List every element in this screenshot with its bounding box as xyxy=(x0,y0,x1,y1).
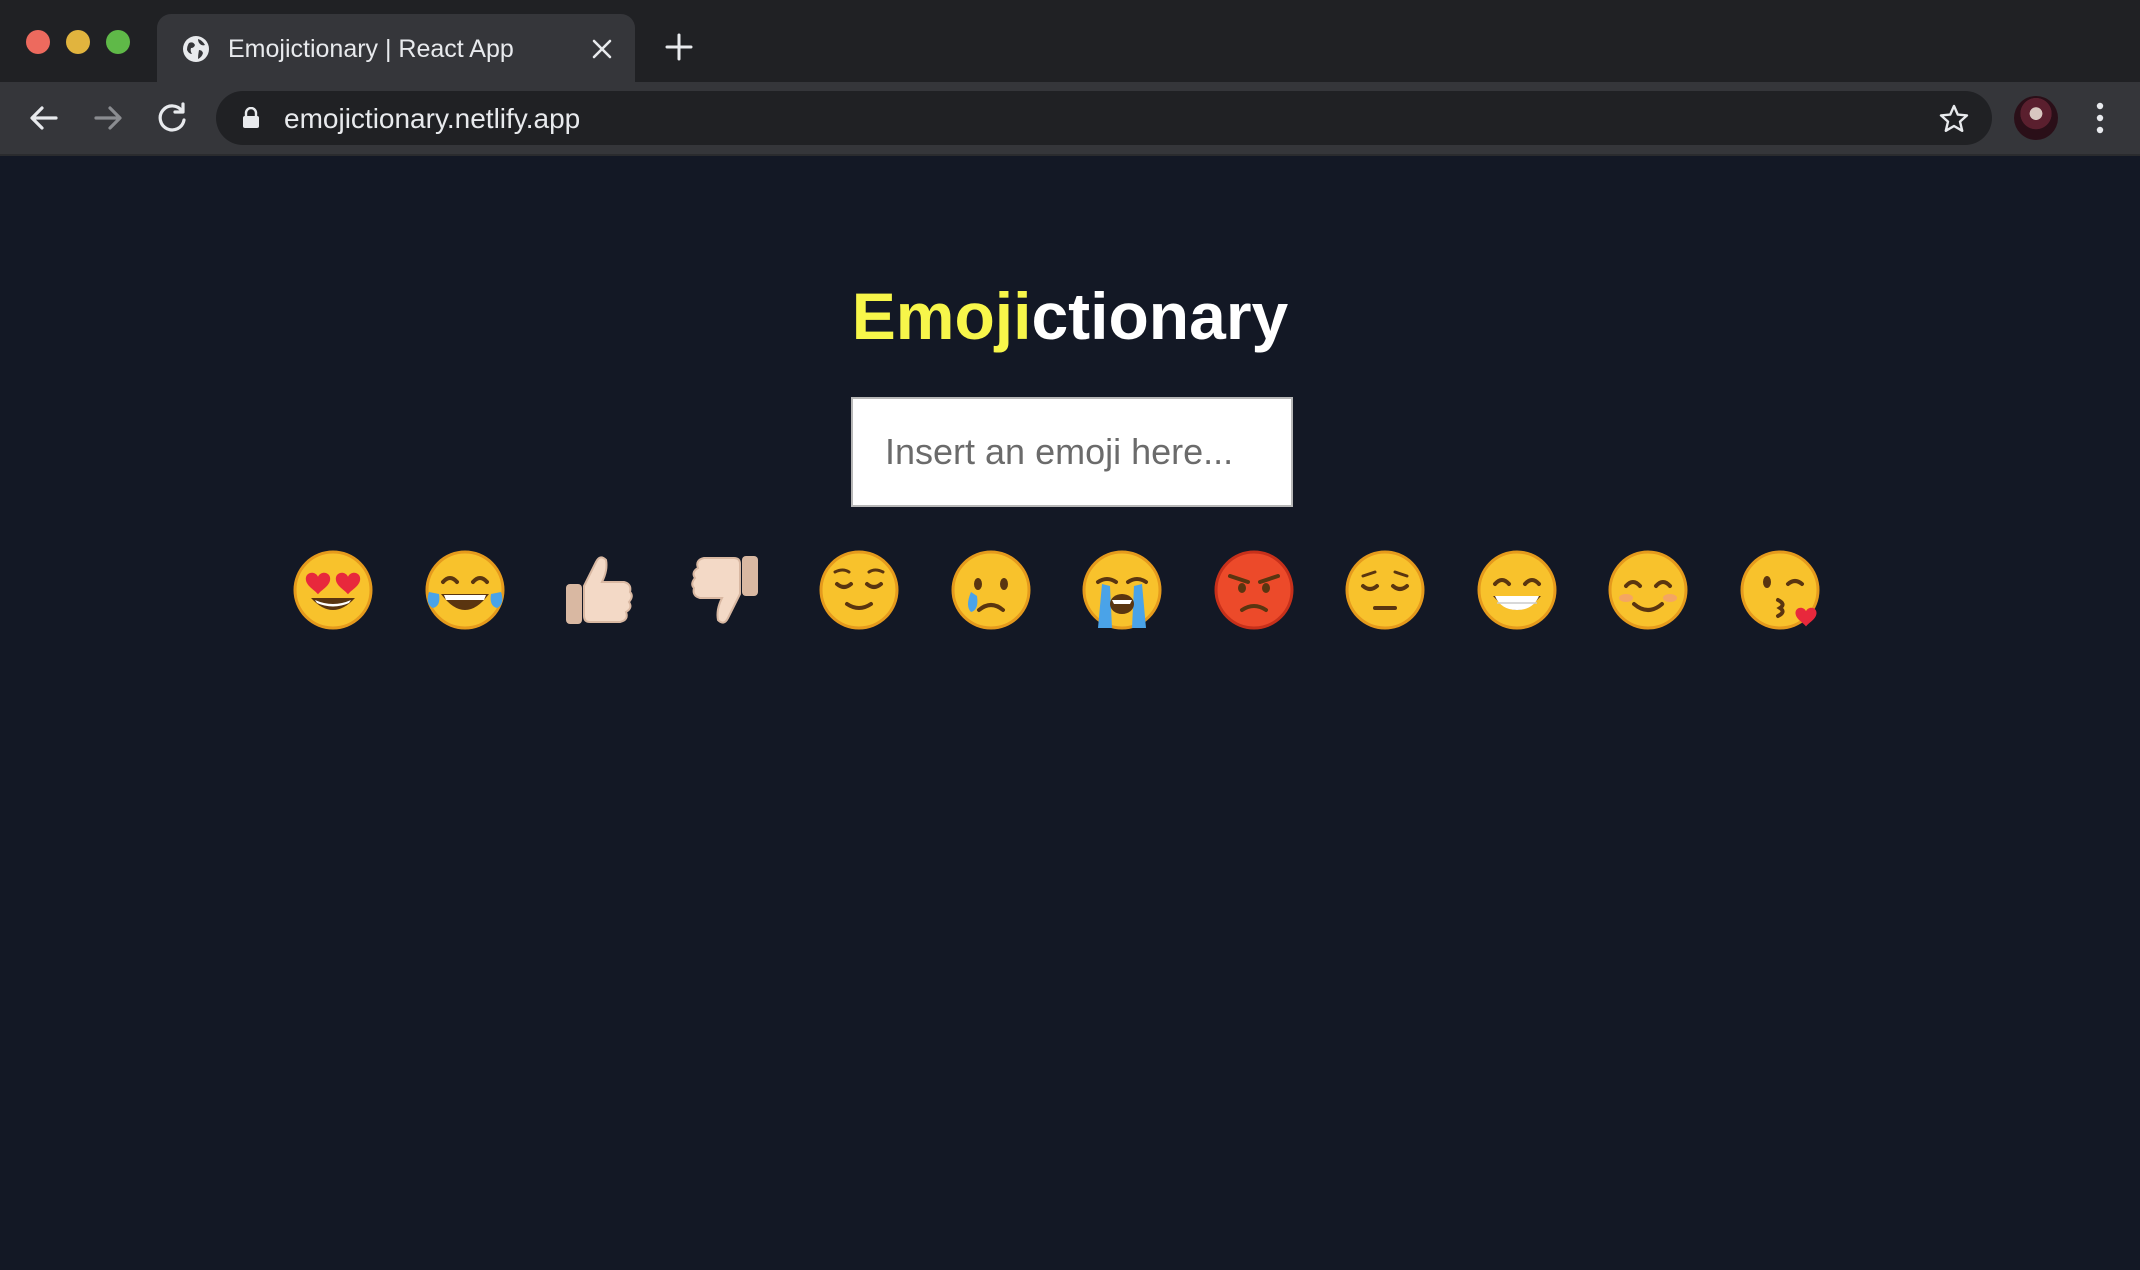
relieved-emoji-icon xyxy=(819,550,899,630)
globe-icon xyxy=(183,36,209,62)
tab-strip: Emojictionary | React App xyxy=(0,0,2140,82)
new-tab-icon[interactable] xyxy=(664,32,694,62)
url-text[interactable]: emojictionary.netlify.app xyxy=(284,103,580,135)
reload-icon[interactable] xyxy=(154,100,190,136)
forward-arrow-icon[interactable] xyxy=(90,100,126,136)
emoji-crying[interactable] xyxy=(949,548,1033,632)
heart-eyes-emoji-icon xyxy=(293,550,373,630)
browser-window: Emojictionary | React App emojictionary.… xyxy=(0,0,2140,1270)
loudly-crying-emoji-icon xyxy=(1082,550,1162,630)
app-title-accent: Emoji xyxy=(851,279,1032,353)
pensive-emoji-icon xyxy=(1345,550,1425,630)
browser-toolbar: emojictionary.netlify.app xyxy=(0,82,2140,156)
emoji-smiling[interactable] xyxy=(1606,548,1690,632)
angry-emoji-icon xyxy=(1214,550,1294,630)
more-menu-icon[interactable] xyxy=(2090,100,2110,136)
back-arrow-icon[interactable] xyxy=(26,100,62,136)
smiling-emoji-icon xyxy=(1608,550,1688,630)
bookmark-star-icon[interactable] xyxy=(1938,103,1970,135)
beaming-emoji-icon xyxy=(1477,550,1557,630)
tab-title: Emojictionary | React App xyxy=(228,35,514,63)
emoji-search-input[interactable] xyxy=(851,397,1293,507)
minimize-window-button[interactable] xyxy=(66,30,90,54)
thumbs-down-emoji-icon xyxy=(691,556,758,624)
emoji-thumbs-down[interactable] xyxy=(686,548,770,632)
lock-icon[interactable] xyxy=(242,107,260,129)
emoji-list xyxy=(0,548,2140,648)
emoji-thumbs-up[interactable] xyxy=(554,548,638,632)
emoji-heart-eyes[interactable] xyxy=(291,548,375,632)
app-title: Emojictionary xyxy=(0,278,2140,354)
blowing-kiss-emoji-icon xyxy=(1740,550,1820,630)
emoji-tears-of-joy[interactable] xyxy=(423,548,507,632)
browser-tab[interactable]: Emojictionary | React App xyxy=(157,14,635,82)
profile-avatar[interactable] xyxy=(2014,96,2058,140)
page-content: Emojictionary xyxy=(0,156,2140,1270)
emoji-loudly-crying[interactable] xyxy=(1080,548,1164,632)
crying-emoji-icon xyxy=(951,550,1031,630)
tears-of-joy-emoji-icon xyxy=(425,550,505,630)
address-bar[interactable]: emojictionary.netlify.app xyxy=(216,91,1992,145)
maximize-window-button[interactable] xyxy=(106,30,130,54)
emoji-blowing-kiss[interactable] xyxy=(1738,548,1822,632)
emoji-beaming[interactable] xyxy=(1475,548,1559,632)
close-window-button[interactable] xyxy=(26,30,50,54)
app-title-rest: ctionary xyxy=(1031,279,1289,353)
close-tab-icon[interactable] xyxy=(591,38,613,60)
emoji-angry[interactable] xyxy=(1212,548,1296,632)
thumbs-up-emoji-icon xyxy=(566,556,633,624)
emoji-relieved[interactable] xyxy=(817,548,901,632)
emoji-pensive[interactable] xyxy=(1343,548,1427,632)
